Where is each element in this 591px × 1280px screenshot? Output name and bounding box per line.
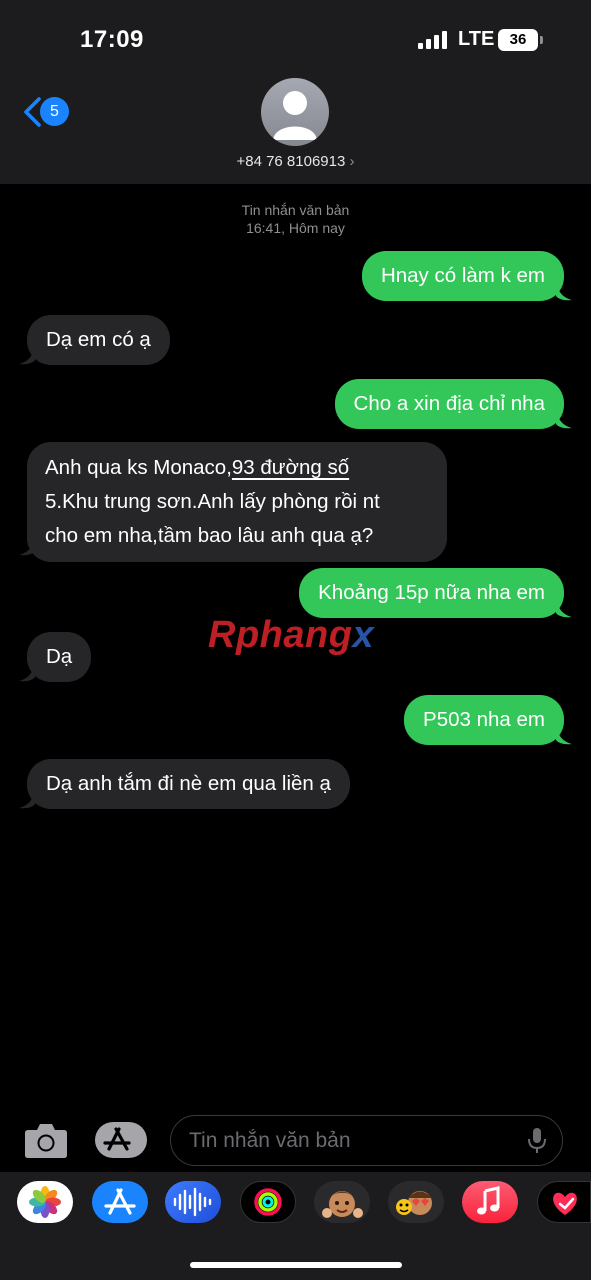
message-bubble-outgoing[interactable]: Hnay có làm k em	[361, 251, 564, 301]
network-type: LTE	[458, 28, 495, 50]
bubble-tail	[19, 662, 35, 682]
message-text: Anh qua ks Monaco,	[45, 456, 232, 479]
bubble-tail	[556, 409, 572, 429]
memoji-icon[interactable]	[314, 1181, 370, 1223]
message-bubble-incoming[interactable]: Dạ	[27, 632, 92, 682]
address-link[interactable]: 93 đường số	[232, 456, 349, 479]
bubble-tail	[556, 598, 572, 618]
home-indicator[interactable]	[190, 1262, 402, 1268]
message-bubble-outgoing[interactable]: P503 nha em	[404, 695, 564, 745]
app-store-button[interactable]	[95, 1122, 147, 1158]
contact-chevron-icon: ›	[349, 153, 355, 170]
message-bubble-outgoing[interactable]: Cho a xin địa chỉ nha	[334, 379, 564, 429]
back-unread-badge[interactable]: 5	[40, 97, 69, 126]
music-icon[interactable]	[462, 1181, 518, 1223]
message-text: Dạ em có ạ	[46, 328, 151, 351]
message-bubble-incoming[interactable]: Dạ em có ạ	[27, 315, 170, 365]
bubble-tail	[556, 281, 572, 301]
bubble-tail	[19, 789, 35, 809]
app-store-icon	[103, 1127, 131, 1151]
camera-icon[interactable]	[24, 1121, 68, 1159]
message-text: Cho a xin địa chỉ nha	[353, 392, 545, 415]
service-label: Tin nhắn văn bản	[241, 202, 350, 218]
contact-phone: +84 76 8106913	[236, 153, 346, 170]
app-store-icon[interactable]	[92, 1181, 148, 1223]
digital-touch-icon[interactable]	[537, 1181, 591, 1223]
message-text: 5.Khu trung sơn.Anh lấy phòng rồi nt	[45, 490, 380, 513]
battery-icon: 36	[498, 29, 538, 51]
watermark-logo: Rphangx	[208, 614, 375, 656]
bubble-tail	[556, 725, 572, 745]
bubble-tail	[19, 536, 35, 556]
message-text: Hnay có làm k em	[380, 264, 545, 287]
activity-icon[interactable]	[240, 1181, 296, 1223]
message-text: Khoảng 15p nữa nha em	[318, 581, 545, 604]
bubble-tail	[19, 345, 35, 365]
message-bubble-incoming[interactable]: Dạ anh tắm đi nè em qua liền ạ	[27, 759, 350, 809]
message-input[interactable]	[170, 1115, 563, 1166]
person-icon	[273, 91, 317, 140]
battery-tip	[540, 36, 543, 44]
memoji-stickers-icon[interactable]	[388, 1181, 444, 1223]
audio-message-icon[interactable]	[165, 1181, 221, 1223]
message-text: P503 nha em	[423, 708, 545, 731]
message-text: cho em nha,tầm bao lâu anh qua ạ?	[45, 524, 374, 547]
status-time: 17:09	[80, 26, 144, 53]
conversation-timestamp: 16:41, Hôm nay	[246, 220, 345, 236]
conversation-header: 17:09 LTE 36 5 +84 76 8106913 ›	[0, 0, 591, 184]
contact-name[interactable]: +84 76 8106913 ›	[0, 153, 591, 170]
microphone-icon[interactable]	[527, 1127, 547, 1155]
photos-icon[interactable]	[17, 1181, 73, 1223]
message-text: Dạ	[46, 645, 73, 668]
cellular-signal-icon	[418, 31, 448, 49]
contact-avatar[interactable]	[261, 78, 329, 146]
message-bubble-outgoing[interactable]: Khoảng 15p nữa nha em	[299, 568, 564, 618]
message-bubble-incoming[interactable]: Anh qua ks Monaco,93 đường số 5.Khu trun…	[27, 442, 447, 562]
message-text: Dạ anh tắm đi nè em qua liền ạ	[46, 772, 331, 795]
